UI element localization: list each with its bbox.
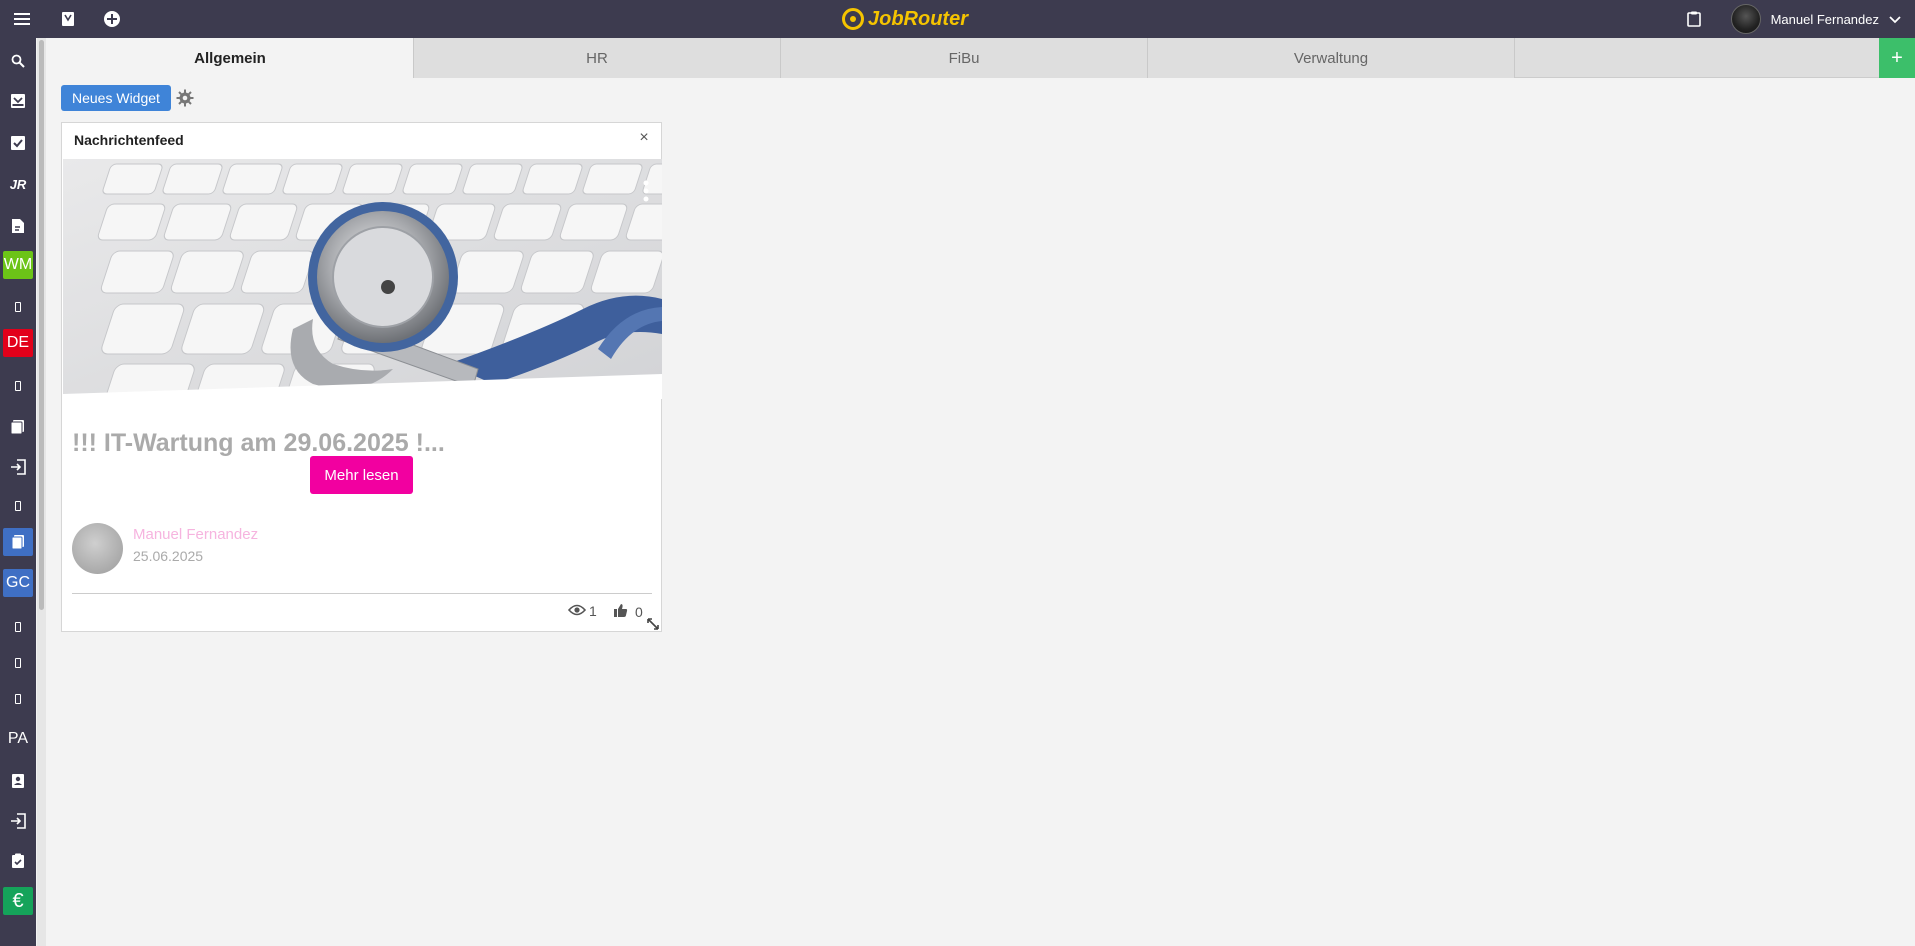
files-tile (3, 528, 33, 556)
sidebar-inbox-icon[interactable] (0, 86, 36, 116)
sidebar-item-de-tile: DE (3, 329, 33, 357)
tab-verwaltung[interactable]: Verwaltung (1148, 38, 1515, 78)
sidebar-small-icon[interactable] (0, 491, 36, 521)
views-count: 1 (567, 603, 597, 619)
tab-spacer (1515, 38, 1879, 77)
sidebar-files-blue-icon[interactable] (0, 527, 36, 557)
sidebar-small-icon[interactable] (0, 292, 36, 322)
sidebar-item-gc[interactable]: GC (0, 568, 36, 598)
placeholder-icon (15, 658, 21, 668)
sidebar-item-wm-tile: WM (3, 251, 33, 279)
sidebar-small-icon[interactable] (0, 684, 36, 714)
sidebar-document-edit-icon[interactable] (0, 211, 36, 241)
left-sidebar: JR WM DE GC PA € (0, 38, 36, 946)
sidebar-small-icon[interactable] (0, 648, 36, 678)
tab-allgemein[interactable]: Allgemein (47, 38, 414, 78)
read-more-button[interactable]: Mehr lesen (310, 456, 413, 494)
logo-mark-icon (842, 8, 864, 30)
new-widget-button[interactable]: Neues Widget (61, 85, 171, 111)
sidebar-search-icon[interactable] (0, 46, 36, 76)
sidebar-small-icon[interactable] (0, 612, 36, 642)
likes-value: 0 (635, 604, 643, 620)
sidebar-item-jr-label: JR (9, 176, 27, 192)
sidebar-small-icon[interactable] (0, 371, 36, 401)
placeholder-icon (15, 501, 21, 511)
user-name[interactable]: Manuel Fernandez (1771, 12, 1879, 27)
placeholder-icon (15, 302, 21, 312)
placeholder-icon (15, 381, 21, 391)
thumbs-up-icon[interactable] (613, 603, 628, 621)
sidebar-item-pa[interactable]: PA (0, 724, 36, 754)
news-image-keyboard-stethoscope[interactable] (63, 159, 662, 399)
menu-icon[interactable] (10, 6, 36, 32)
sidebar-login-icon[interactable] (0, 452, 36, 482)
sidebar-item-pa-label: PA (7, 730, 29, 747)
widget-title: Nachrichtenfeed (74, 132, 184, 148)
sidebar-item-euro-tile: € (3, 887, 33, 915)
author-avatar[interactable] (72, 523, 123, 574)
user-area: Manuel Fernandez (1681, 3, 1901, 35)
sidebar-item-de[interactable]: DE (0, 328, 36, 358)
sidebar-item-euro[interactable]: € (0, 886, 36, 916)
jobrouter-logo[interactable]: JobRouter (842, 6, 968, 32)
author-name-link[interactable]: Manuel Fernandez (133, 526, 258, 543)
user-avatar[interactable] (1730, 4, 1761, 34)
top-bar: JobRouter Manuel Fernandez (0, 0, 1915, 38)
sidebar-login-icon-2[interactable] (0, 806, 36, 836)
sidebar-documents-icon[interactable] (0, 412, 36, 442)
sidebar-item-jr[interactable]: JR (0, 169, 36, 199)
sidebar-item-gc-tile: GC (3, 569, 33, 597)
post-date: 25.06.2025 (133, 548, 204, 564)
sidebar-contact-icon[interactable] (0, 766, 36, 796)
news-feed-widget: Nachrichtenfeed × !!! IT-Wartung am 29.0… (61, 122, 662, 632)
placeholder-icon (15, 694, 21, 704)
clipboard-icon[interactable] (1681, 6, 1707, 32)
sidebar-scrollbar-thumb[interactable] (39, 40, 44, 610)
close-icon[interactable]: × (635, 129, 653, 147)
sidebar-item-wm[interactable]: WM (0, 250, 36, 280)
add-tab-button[interactable]: + (1879, 38, 1915, 78)
tab-fibu[interactable]: FiBu (781, 38, 1148, 78)
placeholder-icon (15, 622, 21, 632)
tab-hr[interactable]: HR (414, 38, 781, 78)
resize-handle-icon[interactable] (647, 617, 659, 630)
chevron-down-icon[interactable] (1889, 12, 1901, 27)
dashboard-tabs: Allgemein HR FiBu Verwaltung + (47, 38, 1915, 78)
bookmark-icon[interactable] (55, 6, 81, 32)
sidebar-task-check-icon[interactable] (0, 128, 36, 158)
eye-icon (567, 603, 587, 619)
footer-divider (72, 593, 652, 594)
add-circle-icon[interactable] (99, 6, 125, 32)
likes-count[interactable]: 0 (613, 603, 643, 621)
views-value: 1 (589, 603, 597, 619)
gear-icon[interactable] (174, 87, 196, 109)
news-headline[interactable]: !!! IT-Wartung am 29.06.2025 !... (72, 429, 632, 458)
logo-text: JobRouter (868, 7, 968, 30)
sidebar-clipboard-check-icon[interactable] (0, 846, 36, 876)
